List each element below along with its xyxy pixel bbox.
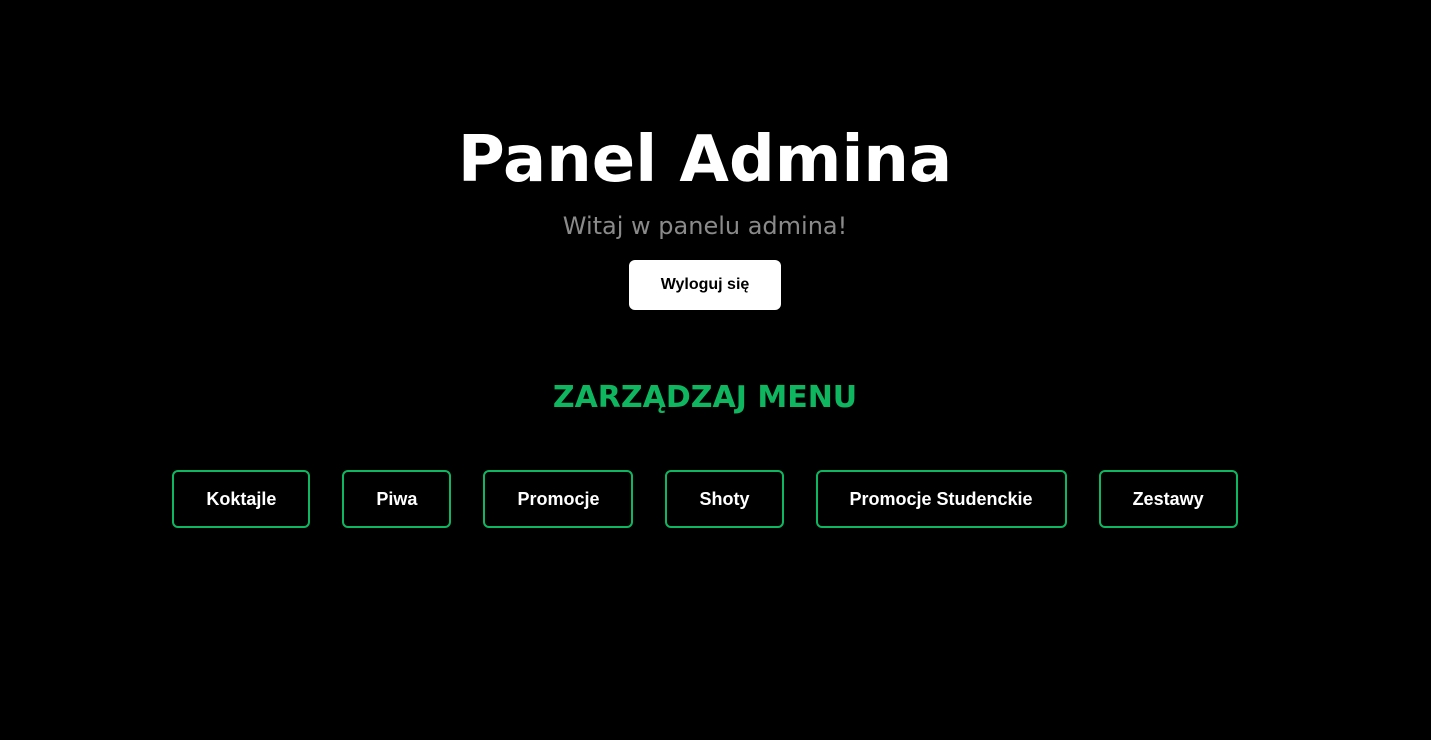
page-title: Panel Admina	[457, 123, 953, 197]
menu-button-piwa[interactable]: Piwa	[342, 470, 452, 528]
menu-button-promocje-studenckie[interactable]: Promocje Studenckie	[815, 470, 1067, 528]
manage-menu-heading: ZARZĄDZAJ MENU	[552, 380, 858, 415]
menu-button-promocje[interactable]: Promocje	[483, 470, 634, 528]
logout-button[interactable]: Wyloguj się	[629, 260, 781, 310]
menu-button-koktajle[interactable]: Koktajle	[172, 470, 311, 528]
menu-category-buttons: Koktajle Piwa Promocje Shoty Promocje St…	[0, 470, 1410, 528]
admin-page: Panel Admina Witaj w panelu admina! Wylo…	[0, 0, 1431, 740]
welcome-text: Witaj w panelu admina!	[562, 212, 848, 240]
menu-button-shoty[interactable]: Shoty	[665, 470, 784, 528]
menu-button-zestawy[interactable]: Zestawy	[1098, 470, 1238, 528]
